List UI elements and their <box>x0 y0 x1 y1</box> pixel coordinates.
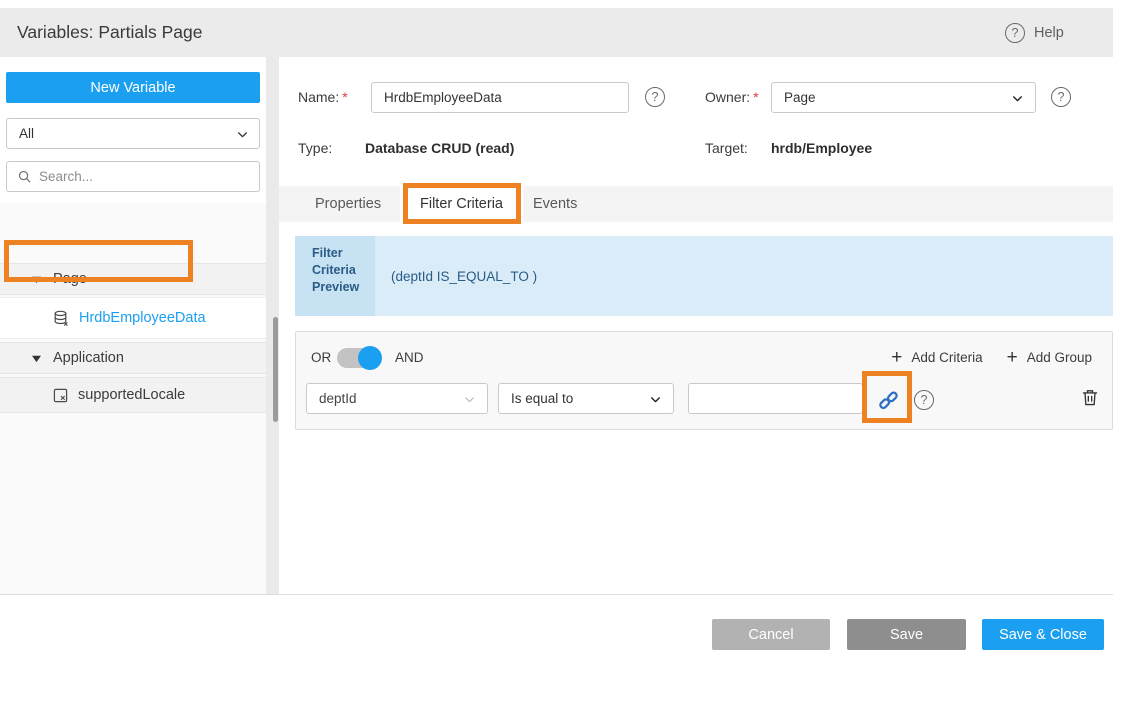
search-icon <box>17 169 32 184</box>
filter-criteria-preview-label: Filter Criteria Preview <box>295 236 375 316</box>
variable-search[interactable] <box>6 161 260 192</box>
add-group-button[interactable]: + Add Group <box>1007 347 1092 369</box>
name-help-icon[interactable]: ? <box>645 87 665 107</box>
criteria-value-input[interactable] <box>688 383 863 414</box>
criteria-operator-value: Is equal to <box>511 391 573 406</box>
name-input[interactable] <box>371 82 629 113</box>
chevron-down-icon <box>236 128 249 141</box>
filter-criteria-group: OR AND + Add Criteria + Add Group deptId… <box>295 331 1113 430</box>
or-and-toggle[interactable] <box>337 348 381 368</box>
chevron-down-icon <box>1011 92 1024 105</box>
scrollbar-thumb[interactable] <box>273 317 278 422</box>
target-label: Target: <box>705 133 748 164</box>
dialog-header: Variables: Partials Page ? Help <box>0 8 1113 57</box>
tab-events[interactable]: Events <box>533 186 577 222</box>
tab-properties[interactable]: Properties <box>315 186 381 222</box>
bind-variable-button[interactable] <box>873 385 903 415</box>
owner-label: Owner:* <box>705 82 759 113</box>
collapse-arrow-icon[interactable] <box>31 354 42 363</box>
chevron-down-icon <box>649 393 662 406</box>
variable-tabs: Properties Filter Criteria Events <box>279 186 1113 222</box>
sidebar-item-page[interactable]: Page <box>0 263 266 295</box>
toggle-knob <box>358 346 382 370</box>
type-label: Type: <box>298 133 332 164</box>
chevron-down-icon <box>463 393 476 406</box>
criteria-field-select[interactable]: deptId <box>306 383 488 414</box>
criteria-help-icon[interactable]: ? <box>914 390 934 410</box>
variables-sidebar: New Variable All Page <box>0 57 266 595</box>
sidebar-item-application[interactable]: Application <box>0 342 266 374</box>
and-label: AND <box>395 332 424 383</box>
filter-criteria-preview-value: (deptId IS_EQUAL_TO ) <box>375 236 1113 316</box>
plus-icon: + <box>1007 347 1018 369</box>
criteria-row: deptId Is equal to ? <box>296 383 1112 414</box>
sidebar-item-supportedlocale[interactable]: supportedLocale <box>0 377 266 413</box>
variable-type-filter-select[interactable]: All <box>6 118 260 149</box>
add-criteria-button[interactable]: + Add Criteria <box>891 347 982 369</box>
search-input[interactable] <box>39 169 239 184</box>
variable-type-filter-value: All <box>19 126 34 141</box>
sidebar-item-hrdbemployeedata[interactable]: HrdbEmployeeData <box>0 297 266 339</box>
name-label: Name:* <box>298 82 348 113</box>
locale-variable-icon <box>53 388 68 403</box>
target-value: hrdb/Employee <box>771 140 872 156</box>
group-actions: + Add Criteria + Add Group <box>891 332 1092 383</box>
help-circle-icon: ? <box>1005 23 1025 43</box>
database-variable-icon <box>53 310 69 327</box>
cancel-button[interactable]: Cancel <box>712 619 830 650</box>
help-button[interactable]: ? Help <box>1005 8 1064 57</box>
tree-item-label: supportedLocale <box>78 387 185 403</box>
owner-select[interactable]: Page <box>771 82 1036 113</box>
collapse-arrow-icon[interactable] <box>31 275 42 284</box>
tree-item-label: HrdbEmployeeData <box>79 310 206 326</box>
help-label: Help <box>1034 25 1064 41</box>
criteria-field-value: deptId <box>319 391 357 406</box>
plus-icon: + <box>891 347 902 369</box>
page-title: Variables: Partials Page <box>17 8 202 57</box>
type-value: Database CRUD (read) <box>365 140 514 156</box>
link-icon <box>877 389 900 412</box>
owner-select-value: Page <box>784 90 816 105</box>
required-asterisk: * <box>342 89 347 105</box>
delete-criteria-button[interactable] <box>1080 387 1100 408</box>
tree-group-label: Application <box>53 350 124 366</box>
tree-group-label: Page <box>53 271 87 287</box>
filter-criteria-preview: Filter Criteria Preview (deptId IS_EQUAL… <box>295 236 1113 316</box>
required-asterisk: * <box>753 89 758 105</box>
criteria-operator-select[interactable]: Is equal to <box>498 383 674 414</box>
variable-tree: Page HrdbEmployeeData Application <box>0 203 266 595</box>
variables-dialog: Variables: Partials Page ? Help New Vari… <box>0 0 1148 717</box>
new-variable-button[interactable]: New Variable <box>6 72 260 103</box>
owner-help-icon[interactable]: ? <box>1051 87 1071 107</box>
save-and-close-button[interactable]: Save & Close <box>982 619 1104 650</box>
content-footer-divider <box>0 594 1113 595</box>
save-button[interactable]: Save <box>847 619 966 650</box>
trash-icon <box>1080 387 1100 408</box>
or-label: OR <box>311 332 331 383</box>
tab-filter-criteria[interactable]: Filter Criteria <box>400 186 523 222</box>
